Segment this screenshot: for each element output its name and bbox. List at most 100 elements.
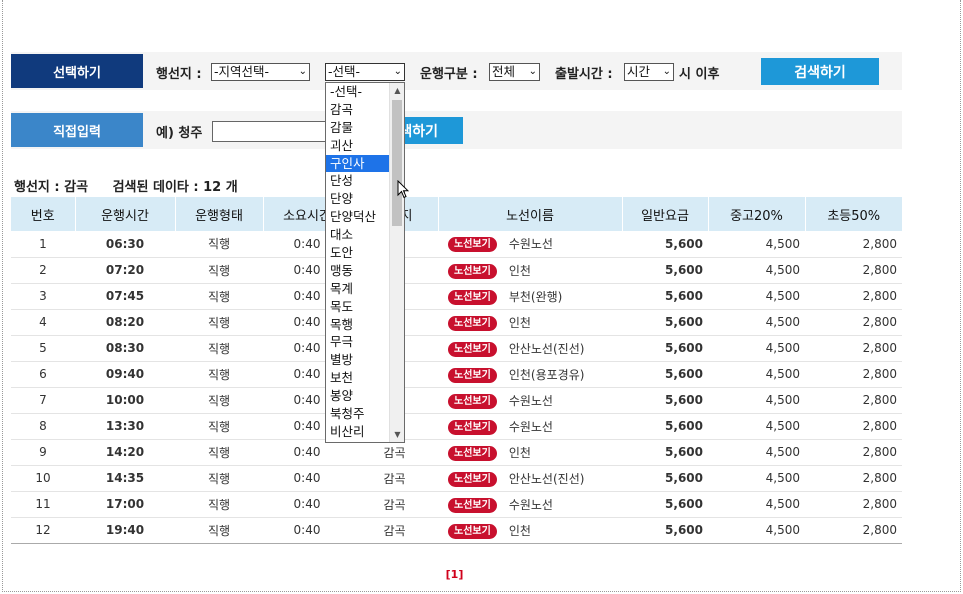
student-fare: 4,500 bbox=[708, 257, 805, 284]
departure-time: 19:40 bbox=[75, 517, 175, 544]
departure-time: 10:00 bbox=[75, 387, 175, 414]
route-name: 수원노선 bbox=[508, 393, 553, 408]
student-fare: 4,500 bbox=[708, 517, 805, 544]
result-summary: 행선지 : 감곡 검색된 데이타 : 12 개 bbox=[14, 176, 258, 195]
dropdown-option[interactable]: 감물 bbox=[326, 119, 389, 137]
header-no: 번호 bbox=[11, 197, 75, 231]
dropdown-option[interactable]: 단성 bbox=[326, 172, 389, 190]
view-route-button[interactable]: 노선보기 bbox=[448, 471, 497, 487]
service-type-select[interactable]: 전체 ⌄ bbox=[489, 63, 540, 81]
view-route-button[interactable]: 노선보기 bbox=[448, 263, 497, 279]
departure-time-label: 출발시간 : bbox=[555, 67, 613, 82]
example-label: 예) 청주 bbox=[156, 126, 203, 141]
table-row: 710:00직행0:40감곡노선보기수원노선5,6004,5002,800 bbox=[11, 387, 902, 414]
dropdown-option[interactable]: 비산리 bbox=[326, 423, 389, 441]
view-route-button[interactable]: 노선보기 bbox=[448, 367, 497, 383]
chevron-down-icon: ⌄ bbox=[528, 66, 537, 77]
view-route-button[interactable]: 노선보기 bbox=[448, 523, 497, 539]
route-cell: 노선보기 부천(완행) bbox=[438, 283, 622, 310]
route-cell: 노선보기 수원노선 bbox=[438, 491, 622, 518]
dropdown-option[interactable]: 별방 bbox=[326, 351, 389, 369]
view-route-button[interactable]: 노선보기 bbox=[448, 497, 497, 513]
departure-time: 17:00 bbox=[75, 491, 175, 518]
direct-input-tab-button[interactable]: 직접입력 bbox=[11, 113, 143, 147]
time-select[interactable]: 시간 ⌄ bbox=[624, 63, 674, 81]
regular-fare: 5,600 bbox=[622, 335, 708, 362]
route-name: 부천(완행) bbox=[508, 289, 563, 304]
regular-fare: 5,600 bbox=[622, 361, 708, 388]
departure-time: 07:45 bbox=[75, 283, 175, 310]
table-row: 207:20직행0:40감곡노선보기인천5,6004,5002,800 bbox=[11, 257, 902, 284]
search-button[interactable]: 검색하기 bbox=[761, 58, 879, 85]
view-route-button[interactable]: 노선보기 bbox=[448, 445, 497, 461]
route-name: 수원노선 bbox=[508, 497, 553, 512]
header-time: 운행시간 bbox=[74, 197, 175, 231]
table-row: 609:40직행0:40감곡노선보기인천(용포경유)5,6004,5002,80… bbox=[11, 361, 902, 388]
regular-fare: 5,600 bbox=[622, 231, 708, 258]
service-type: 직행 bbox=[175, 517, 263, 544]
dropdown-option[interactable]: -선택- bbox=[326, 83, 389, 101]
route-name: 인천 bbox=[508, 445, 531, 460]
dropdown-option[interactable]: 봉양 bbox=[326, 387, 389, 405]
time-select-value: 시간 bbox=[627, 64, 651, 79]
student-fare: 4,500 bbox=[708, 491, 805, 518]
dropdown-scrollbar[interactable]: ▲ ▼ bbox=[389, 83, 404, 442]
route-name: 안산노선(진선) bbox=[508, 341, 585, 356]
dropdown-option[interactable]: 괴산 bbox=[326, 137, 389, 155]
departure-time: 14:35 bbox=[75, 465, 175, 492]
dropdown-option[interactable]: 맹동 bbox=[326, 262, 389, 280]
dropdown-option[interactable]: 감곡 bbox=[326, 101, 389, 119]
view-route-button[interactable]: 노선보기 bbox=[448, 419, 497, 435]
scroll-up-arrow-icon[interactable]: ▲ bbox=[390, 83, 404, 98]
service-type-label: 운행구분 : bbox=[420, 67, 478, 82]
scroll-thumb[interactable] bbox=[392, 100, 402, 226]
dropdown-option[interactable]: 목행 bbox=[326, 316, 389, 334]
place-select[interactable]: -선택- ⌄ bbox=[325, 63, 405, 81]
result-destination: 행선지 : 감곡 bbox=[14, 180, 89, 195]
table-row: 408:20직행0:40감곡노선보기인천5,6004,5002,800 bbox=[11, 309, 902, 336]
direct-search-bar: 직접입력 예) 청주 검색하기 bbox=[11, 111, 902, 149]
select-search-bar: 선택하기 행선지 : -지역선택- ⌄ -선택- ⌄ 운행구분 : 전체 ⌄ 출… bbox=[11, 52, 902, 90]
view-route-button[interactable]: 노선보기 bbox=[448, 341, 497, 357]
dropdown-option[interactable]: 목계 bbox=[326, 280, 389, 298]
dropdown-option[interactable]: 무극 bbox=[326, 333, 389, 351]
dropdown-option[interactable]: 단양덕산 bbox=[326, 208, 389, 226]
mouse-cursor-icon bbox=[397, 179, 410, 202]
region-select[interactable]: -지역선택- ⌄ bbox=[211, 63, 310, 81]
table-row: 12 19:40 직행 0:40 감곡 노선보기 인천 5,600 4,500 2,800 bbox=[11, 517, 902, 544]
view-route-button[interactable]: 노선보기 bbox=[448, 393, 497, 409]
row-number: 11 bbox=[11, 491, 75, 518]
student-fare: 4,500 bbox=[708, 361, 805, 388]
destination-input[interactable] bbox=[212, 121, 332, 142]
dropdown-option[interactable]: 대소 bbox=[326, 226, 389, 244]
dropdown-option[interactable]: 단양 bbox=[326, 190, 389, 208]
dropdown-option[interactable]: 북청주 bbox=[326, 405, 389, 423]
service-type: 직행 bbox=[175, 439, 263, 466]
dropdown-option[interactable]: 도안 bbox=[326, 244, 389, 262]
route-cell: 노선보기 수원노선 bbox=[438, 413, 622, 440]
view-route-button[interactable]: 노선보기 bbox=[448, 315, 497, 331]
select-tab-button[interactable]: 선택하기 bbox=[11, 54, 143, 88]
child-fare: 2,800 bbox=[805, 491, 902, 518]
student-fare: 4,500 bbox=[708, 231, 805, 258]
view-route-button[interactable]: 노선보기 bbox=[448, 289, 497, 305]
duration: 0:40 bbox=[263, 465, 351, 492]
row-number: 6 bbox=[11, 361, 75, 388]
header-fare: 일반요금 bbox=[621, 197, 708, 231]
place-dropdown-list[interactable]: -선택- 감곡 감물 괴산 구인사 단성 단양 단양덕산 대소 도안 맹동 목계 목도 목행 무극 별방 보천 봉… bbox=[325, 82, 405, 443]
view-route-button[interactable]: 노선보기 bbox=[448, 237, 497, 253]
dropdown-option[interactable]: 목도 bbox=[326, 298, 389, 316]
scroll-down-arrow-icon[interactable]: ▼ bbox=[390, 427, 404, 442]
departure-time: 08:20 bbox=[75, 309, 175, 336]
route-cell: 노선보기 수원노선 bbox=[438, 387, 622, 414]
dropdown-option[interactable]: 구인사 bbox=[326, 154, 389, 173]
child-fare: 2,800 bbox=[805, 335, 902, 362]
dropdown-option[interactable]: 보천 bbox=[326, 369, 389, 387]
route-name: 수원노선 bbox=[508, 419, 553, 434]
regular-fare: 5,600 bbox=[622, 439, 708, 466]
route-cell: 노선보기 안산노선(진선) bbox=[438, 335, 622, 362]
route-cell: 노선보기 인천 bbox=[438, 257, 622, 284]
page-link[interactable]: [1] bbox=[446, 568, 464, 581]
service-type-value: 전체 bbox=[492, 64, 516, 79]
route-name: 인천 bbox=[508, 523, 531, 538]
